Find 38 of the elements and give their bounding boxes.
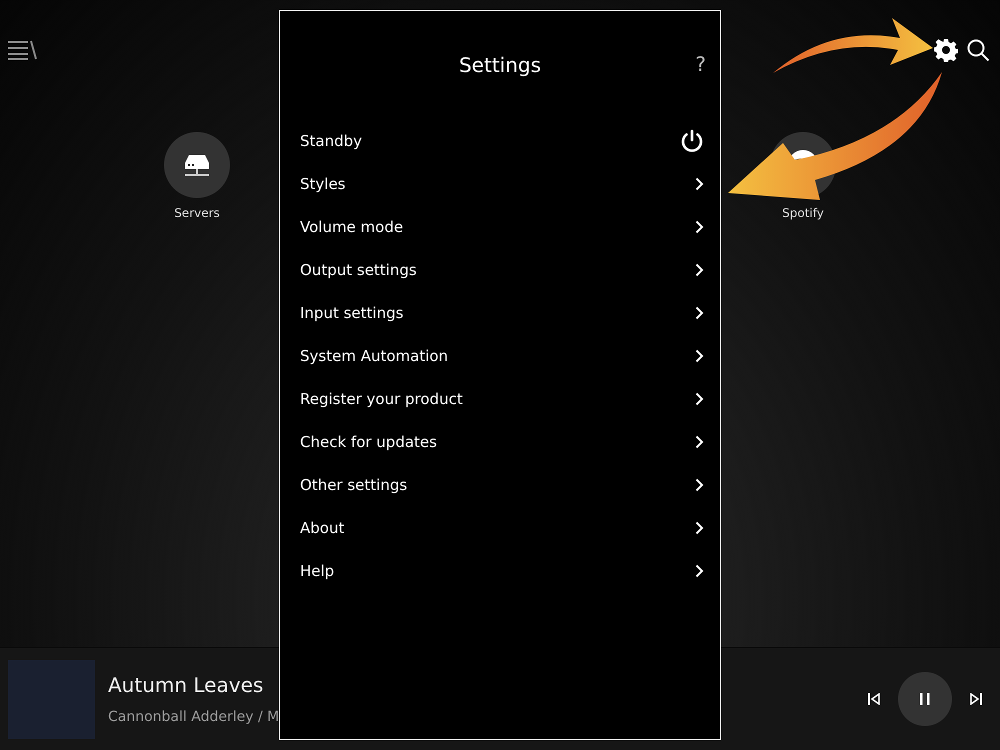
settings-item[interactable]: Check for updates bbox=[280, 420, 720, 463]
settings-item[interactable]: Output settings bbox=[280, 248, 720, 291]
search-icon bbox=[966, 38, 990, 62]
settings-item[interactable]: Standby bbox=[280, 119, 720, 162]
chevron-right-icon bbox=[695, 220, 704, 234]
settings-item[interactable]: Other settings bbox=[280, 463, 720, 506]
chevron-right-icon bbox=[695, 306, 704, 320]
settings-item[interactable]: Styles bbox=[280, 162, 720, 205]
settings-item[interactable]: Register your product bbox=[280, 377, 720, 420]
source-tile[interactable]: Servers bbox=[163, 132, 231, 220]
chevron-right-icon bbox=[695, 564, 704, 578]
previous-icon bbox=[868, 693, 880, 705]
pause-icon bbox=[920, 693, 930, 705]
help-button[interactable]: ? bbox=[695, 52, 706, 76]
track-title: Autumn Leaves bbox=[108, 673, 264, 697]
dialog-title: Settings bbox=[458, 53, 542, 77]
settings-item[interactable]: System Automation bbox=[280, 334, 720, 377]
chevron-right-icon bbox=[695, 520, 704, 534]
next-button[interactable] bbox=[970, 693, 982, 705]
chevron-right-icon bbox=[695, 478, 704, 492]
settings-item[interactable]: Input settings bbox=[280, 291, 720, 334]
track-artist: Cannonball Adderley / M bbox=[108, 709, 280, 725]
menu-icon bbox=[8, 39, 38, 61]
settings-item[interactable]: Volume mode bbox=[280, 205, 720, 248]
server-icon bbox=[184, 153, 210, 177]
settings-icon bbox=[934, 38, 958, 62]
chevron-right-icon bbox=[695, 434, 704, 448]
chevron-right-icon bbox=[695, 176, 704, 190]
power-icon bbox=[680, 128, 704, 152]
chevron-right-icon bbox=[695, 392, 704, 406]
chevron-right-icon bbox=[695, 348, 704, 362]
previous-button[interactable] bbox=[868, 693, 880, 705]
next-icon bbox=[970, 693, 982, 705]
search-button[interactable] bbox=[966, 38, 990, 62]
settings-item[interactable]: About bbox=[280, 506, 720, 549]
settings-item[interactable]: Help bbox=[280, 549, 720, 592]
settings-button[interactable] bbox=[934, 38, 958, 62]
chevron-right-icon bbox=[695, 262, 704, 276]
